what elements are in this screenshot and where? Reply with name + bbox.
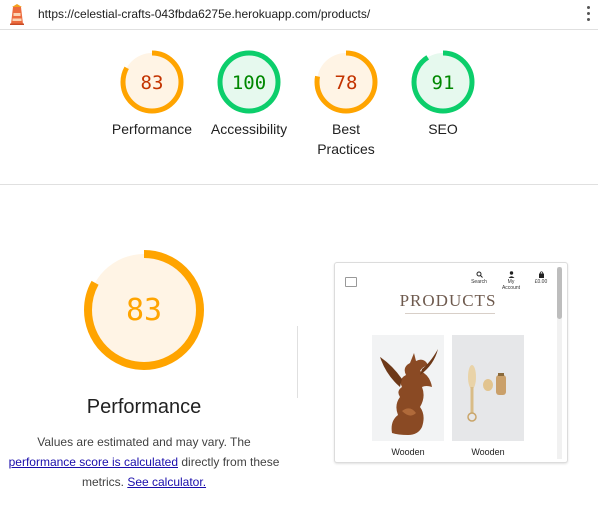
accessibility-gauge-ring: 100 (217, 50, 281, 114)
mini-search: Search (467, 271, 491, 285)
search-icon (476, 271, 483, 278)
gauge-accessibility[interactable]: 100 Accessibility (201, 49, 297, 139)
best-practices-label: Best Practices (317, 121, 375, 157)
product-card: Wooden (452, 335, 524, 457)
performance-heading: Performance (86, 396, 202, 418)
final-screenshot-thumbnail[interactable]: Search My Account £0.00 PRODUCTS Wooden (334, 262, 568, 463)
gauge-performance[interactable]: 83 Performance (104, 49, 200, 139)
thumbnail-scrollbar[interactable] (557, 267, 562, 459)
heading-underline (405, 313, 495, 314)
performance-large-score: 83 (126, 293, 162, 328)
user-icon (508, 271, 514, 278)
more-options-icon[interactable] (585, 6, 591, 24)
hamburger-menu-icon (345, 277, 357, 287)
performance-large-gauge: 83 (84, 250, 204, 370)
performance-gauge-ring: 83 (120, 50, 184, 114)
performance-label: Performance (111, 121, 193, 137)
best-practices-score: 78 (335, 72, 358, 94)
seo-gauge-ring: 91 (411, 50, 475, 114)
mini-nav-label: My Account (501, 279, 521, 291)
mini-cart: £0.00 (529, 271, 553, 285)
mini-nav-label: Search (471, 279, 487, 285)
product-image-brushes (452, 335, 524, 441)
mini-products-heading: PRODUCTS (399, 291, 497, 310)
page-url[interactable]: https://celestial-crafts-043fbda6275e.he… (38, 7, 370, 21)
accessibility-label: Accessibility (210, 121, 288, 137)
mini-account: My Account (499, 271, 523, 291)
wooden-dragon-figure (380, 349, 438, 435)
accessibility-score: 100 (232, 72, 266, 94)
seo-label: SEO (428, 121, 458, 137)
browser-address-bar: https://celestial-crafts-043fbda6275e.he… (0, 0, 598, 30)
disclaimer-text: Values are estimated and may vary. The (37, 435, 251, 449)
shopping-bag-icon (538, 271, 544, 278)
seo-score: 91 (432, 72, 455, 94)
vertical-divider (297, 326, 298, 398)
product-name: Wooden (471, 447, 505, 457)
score-disclaimer: Values are estimated and may vary. The p… (0, 432, 288, 492)
lighthouse-logo-icon (10, 4, 24, 25)
best-practices-gauge-ring: 78 (314, 50, 378, 114)
product-name: Wooden (391, 447, 425, 457)
gauge-best-practices[interactable]: 78 Best Practices (298, 49, 394, 159)
see-calculator-link[interactable]: See calculator. (127, 475, 206, 489)
score-calculated-link[interactable]: performance score is calculated (9, 455, 178, 469)
gauge-seo[interactable]: 91 SEO (395, 49, 491, 139)
mini-nav-label: £0.00 (534, 279, 548, 285)
performance-score: 83 (141, 72, 164, 94)
wooden-brushes-figure (467, 365, 506, 422)
product-image-dragon (372, 335, 444, 441)
product-card: Wooden (372, 335, 444, 457)
section-divider (0, 184, 598, 185)
